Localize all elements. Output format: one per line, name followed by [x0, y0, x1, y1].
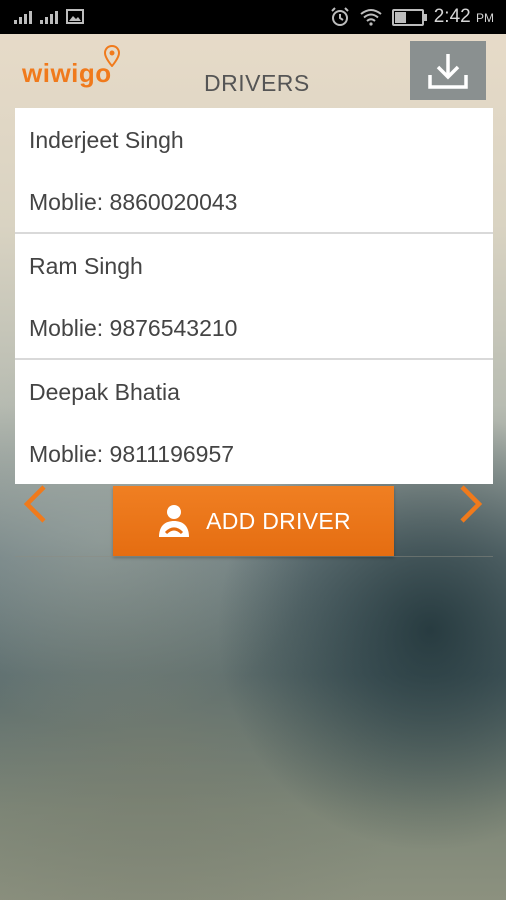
driver-mobile: Moblie: 9811196957 — [29, 441, 235, 467]
chevron-right-icon[interactable] — [458, 484, 484, 524]
driver-name: Deepak Bhatia — [29, 379, 180, 405]
driver-card[interactable]: Deepak Bhatia Moblie: 9811196957 — [15, 360, 493, 484]
download-button[interactable] — [410, 41, 486, 100]
download-icon — [428, 53, 468, 89]
alarm-icon — [331, 7, 349, 26]
driver-mobile: Moblie: 9876543210 — [29, 315, 238, 341]
driver-mobile: Moblie: 8860020043 — [29, 189, 238, 215]
wifi-icon — [360, 9, 382, 26]
wiwigo-logo: wiwigo — [22, 58, 112, 88]
driver-name: Inderjeet Singh — [29, 127, 184, 153]
page-title: DRIVERS — [204, 70, 310, 96]
driver-card[interactable]: Inderjeet Singh Moblie: 8860020043 — [15, 108, 493, 234]
driver-name: Ram Singh — [29, 253, 143, 279]
image-icon — [66, 9, 84, 24]
driver-person-icon — [159, 505, 190, 537]
driver-list: Inderjeet Singh Moblie: 8860020043 Ram S… — [15, 108, 493, 484]
signal-icon-2 — [40, 8, 58, 24]
divider — [15, 556, 493, 557]
status-bar: 2:42 PM — [0, 0, 506, 34]
add-driver-label: ADD DRIVER — [206, 507, 351, 534]
battery-icon — [391, 8, 427, 26]
chevron-left-icon[interactable] — [22, 484, 48, 524]
status-time: 2:42 PM — [433, 6, 494, 27]
add-driver-button[interactable]: ADD DRIVER — [113, 486, 394, 556]
signal-icon — [14, 8, 32, 24]
driver-card[interactable]: Ram Singh Moblie: 9876543210 — [15, 234, 493, 360]
location-pin-icon — [104, 45, 120, 67]
